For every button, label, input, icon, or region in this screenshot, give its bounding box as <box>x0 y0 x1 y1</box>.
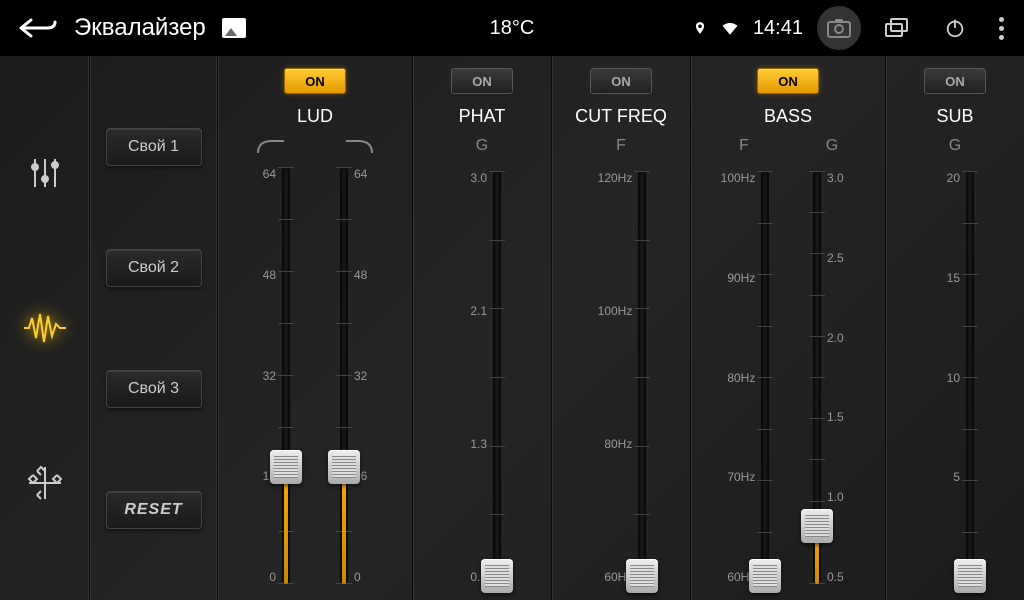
lud-ticks-2: 644832160 <box>350 161 380 590</box>
lud-track-2[interactable] <box>340 167 348 584</box>
cutfreq-track[interactable] <box>638 171 646 584</box>
wifi-icon <box>721 21 739 35</box>
cutfreq-thumb[interactable] <box>626 559 658 593</box>
bass-on-button[interactable]: ON <box>757 68 819 94</box>
temperature: 18°C <box>490 17 535 40</box>
bass-f-ticks: 100Hz90Hz80Hz70Hz60Hz <box>717 165 760 590</box>
page-title: Эквалайзер <box>74 14 206 42</box>
bass-label: BASS <box>764 106 812 127</box>
picture-icon[interactable] <box>222 18 246 38</box>
lud-slider-2: 644832160 <box>319 137 399 600</box>
eq-area: ON LUD 644832160 644832160 <box>218 56 1024 600</box>
phat-ticks: 3.02.11.30.5 <box>461 165 491 590</box>
curve-icon <box>344 137 374 155</box>
sub-label: SUB <box>936 106 973 127</box>
clock: 14:41 <box>753 17 803 40</box>
bass-slider-g: G 3.02.52.01.51.00.5 <box>792 137 872 600</box>
sub-track[interactable] <box>966 171 974 584</box>
curve-icon <box>256 137 286 155</box>
preset-3-button[interactable]: Свой 3 <box>106 370 202 408</box>
lud-on-button[interactable]: ON <box>284 68 346 94</box>
sub-on-button[interactable]: ON <box>924 68 986 94</box>
balance-icon[interactable] <box>21 459 69 507</box>
sub-ticks: 20151050 <box>934 165 964 590</box>
eq-col-phat: ON PHAT G 3.02.11.30.5 <box>413 56 552 600</box>
cutfreq-ticks: 120Hz100Hz80Hz60Hz <box>594 165 637 590</box>
sub-sub-label: G <box>949 137 961 159</box>
lud-thumb-1[interactable] <box>270 450 302 484</box>
power-button[interactable] <box>933 6 977 50</box>
sub-thumb[interactable] <box>954 559 986 593</box>
phat-track[interactable] <box>493 171 501 584</box>
phat-slider: G 3.02.11.30.5 <box>442 137 522 600</box>
lud-track-1[interactable] <box>282 167 290 584</box>
left-nav <box>0 56 90 600</box>
status-bar: Эквалайзер 18°C 14:41 <box>0 0 1024 56</box>
phat-on-button[interactable]: ON <box>451 68 513 94</box>
lud-label: LUD <box>297 106 333 127</box>
menu-dots[interactable] <box>991 17 1012 40</box>
cutfreq-sub-label: F <box>616 137 626 159</box>
lud-thumb-2[interactable] <box>328 450 360 484</box>
multitask-button[interactable] <box>875 6 919 50</box>
lud-ticks-1: 644832160 <box>250 161 280 590</box>
preset-1-button[interactable]: Свой 1 <box>106 128 202 166</box>
bass-f-track[interactable] <box>761 171 769 584</box>
waveform-icon[interactable] <box>21 304 69 352</box>
eq-col-lud: ON LUD 644832160 644832160 <box>218 56 413 600</box>
eq-col-cutfreq: ON CUT FREQ F 120Hz100Hz80Hz60Hz <box>552 56 691 600</box>
sliders-icon[interactable] <box>21 149 69 197</box>
back-button[interactable] <box>12 8 62 48</box>
camera-button[interactable] <box>817 6 861 50</box>
bass-slider-f: F 100Hz90Hz80Hz70Hz60Hz <box>704 137 784 600</box>
phat-label: PHAT <box>459 106 506 127</box>
eq-col-sub: ON SUB G 20151050 <box>886 56 1024 600</box>
bass-g-sub-label: G <box>826 137 838 159</box>
bass-f-thumb[interactable] <box>749 559 781 593</box>
cutfreq-on-button[interactable]: ON <box>590 68 652 94</box>
bass-g-track[interactable] <box>813 171 821 584</box>
phat-thumb[interactable] <box>481 559 513 593</box>
eq-col-bass: ON BASS F 100Hz90Hz80Hz70Hz60Hz G 3.02.5… <box>691 56 886 600</box>
reset-button[interactable]: RESET <box>106 491 202 529</box>
bass-g-thumb[interactable] <box>801 509 833 543</box>
bass-f-sub-label: F <box>739 137 749 159</box>
preset-column: Свой 1 Свой 2 Свой 3 RESET <box>90 56 218 600</box>
sub-slider: G 20151050 <box>915 137 995 600</box>
main-area: Свой 1 Свой 2 Свой 3 RESET ON LUD 644832… <box>0 56 1024 600</box>
cutfreq-label: CUT FREQ <box>575 106 667 127</box>
cutfreq-slider: F 120Hz100Hz80Hz60Hz <box>581 137 661 600</box>
phat-sub-label: G <box>476 137 488 159</box>
lud-slider-1: 644832160 <box>231 137 311 600</box>
location-icon <box>693 21 707 35</box>
preset-2-button[interactable]: Свой 2 <box>106 249 202 287</box>
